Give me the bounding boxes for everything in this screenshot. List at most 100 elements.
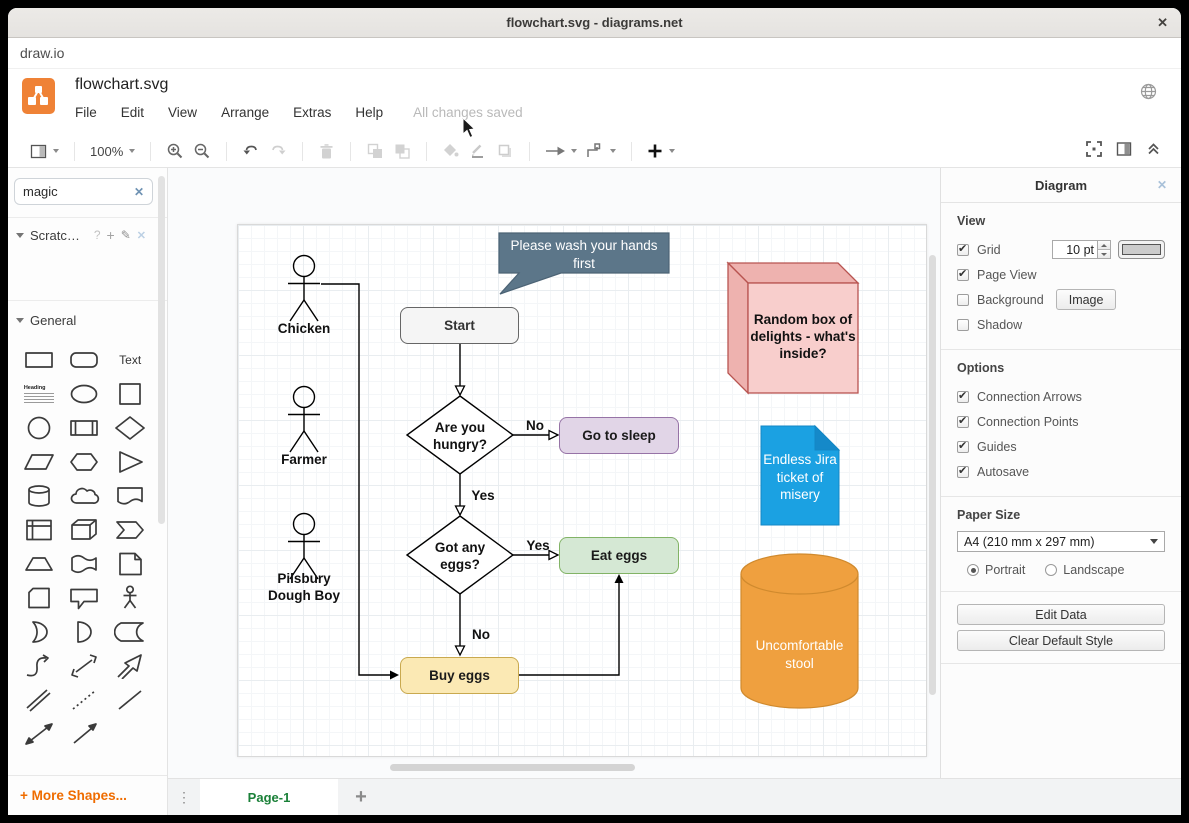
window-close-icon[interactable]: ✕ — [1157, 15, 1168, 31]
page-view-checkbox[interactable] — [957, 269, 969, 281]
shape-bidirectional-arrow[interactable] — [65, 651, 103, 681]
scratchpad-edit-icon[interactable]: ✎ — [121, 228, 131, 242]
node-go-to-sleep[interactable]: Go to sleep — [559, 417, 679, 454]
shape-link[interactable] — [20, 685, 58, 715]
canvas-horizontal-scrollbar[interactable] — [390, 764, 635, 771]
shape-process[interactable] — [65, 413, 103, 443]
shape-or[interactable] — [20, 617, 58, 647]
shape-directional-connector[interactable] — [65, 719, 103, 749]
portrait-radio[interactable] — [967, 564, 979, 576]
menu-arrange[interactable]: Arrange — [221, 105, 269, 120]
guides-checkbox[interactable] — [957, 441, 969, 453]
sidebar-scrollbar[interactable] — [158, 176, 165, 524]
shape-bidirectional-connector[interactable] — [20, 719, 58, 749]
insert-button[interactable] — [647, 143, 675, 159]
shape-card[interactable] — [20, 583, 58, 613]
add-page-button[interactable]: + — [338, 779, 384, 815]
fill-color-button[interactable] — [442, 142, 460, 160]
shape-dashed-line[interactable] — [65, 685, 103, 715]
shape-parallelogram[interactable] — [20, 447, 58, 477]
paper-size-select[interactable]: A4 (210 mm x 297 mm) — [957, 531, 1165, 552]
actor-pilsbury[interactable] — [288, 514, 320, 580]
shape-step[interactable] — [111, 515, 149, 545]
landscape-radio[interactable] — [1045, 564, 1057, 576]
grid-size-input[interactable]: 10 pt — [1052, 240, 1098, 259]
menu-file[interactable]: File — [75, 105, 97, 120]
document-title[interactable]: flowchart.svg — [75, 76, 168, 94]
node-buy-eggs[interactable]: Buy eggs — [400, 657, 519, 694]
actor-chicken[interactable] — [288, 256, 320, 322]
more-shapes-button[interactable]: + More Shapes... — [8, 775, 167, 815]
to-front-button[interactable] — [366, 142, 384, 160]
shape-callout[interactable] — [65, 583, 103, 613]
scratchpad-help-icon[interactable]: ? — [94, 228, 101, 242]
delete-button[interactable] — [318, 143, 335, 160]
general-section-header[interactable]: General — [8, 301, 167, 337]
zoom-level-dropdown[interactable]: 100% — [90, 144, 135, 159]
shape-curve[interactable] — [20, 651, 58, 681]
shape-trapezoid[interactable] — [20, 549, 58, 579]
shape-tape[interactable] — [65, 549, 103, 579]
format-panel-close-icon[interactable]: ✕ — [1157, 178, 1167, 192]
shape-ellipse[interactable] — [65, 379, 103, 409]
background-image-button[interactable]: Image — [1056, 289, 1117, 310]
shape-text[interactable]: Text — [111, 345, 149, 375]
language-globe-icon[interactable] — [1140, 83, 1157, 105]
shape-document[interactable] — [111, 481, 149, 511]
shadow-button[interactable] — [496, 142, 514, 160]
waypoints-button[interactable] — [586, 143, 616, 159]
shape-hexagon[interactable] — [65, 447, 103, 477]
redo-button[interactable] — [269, 142, 287, 160]
shape-diamond[interactable] — [111, 413, 149, 443]
shape-square[interactable] — [111, 379, 149, 409]
shape-line[interactable] — [111, 685, 149, 715]
to-back-button[interactable] — [393, 142, 411, 160]
collapse-toolbar-icon[interactable] — [1146, 141, 1161, 161]
view-layout-button[interactable] — [30, 143, 59, 160]
node-start[interactable]: Start — [400, 307, 519, 344]
node-eat-eggs[interactable]: Eat eggs — [559, 537, 679, 574]
shape-internal-storage[interactable] — [20, 515, 58, 545]
drawing-canvas[interactable]: ‖ — [168, 168, 940, 778]
scratchpad-close-icon[interactable]: ✕ — [137, 229, 146, 242]
menu-extras[interactable]: Extras — [293, 105, 331, 120]
connection-points-checkbox[interactable] — [957, 416, 969, 428]
shape-rectangle[interactable] — [20, 345, 58, 375]
shape-cylinder[interactable] — [20, 481, 58, 511]
shape-arrow[interactable] — [111, 651, 149, 681]
sidebar-resize-handle[interactable]: ‖ — [168, 485, 170, 497]
shape-triangle[interactable] — [111, 447, 149, 477]
zoom-in-button[interactable] — [166, 142, 184, 160]
scratchpad-add-icon[interactable]: + — [107, 227, 115, 243]
shape-and[interactable] — [65, 617, 103, 647]
shape-rounded-rectangle[interactable] — [65, 345, 103, 375]
connection-style-button[interactable] — [545, 144, 577, 158]
shape-data-storage[interactable] — [111, 617, 149, 647]
grid-size-stepper[interactable] — [1098, 240, 1111, 259]
diagram-page[interactable]: Start Go to sleep Eat eggs Buy eggs Are … — [237, 224, 927, 757]
shape-note[interactable] — [111, 549, 149, 579]
menu-help[interactable]: Help — [355, 105, 383, 120]
zoom-out-button[interactable] — [193, 142, 211, 160]
clear-default-style-button[interactable]: Clear Default Style — [957, 630, 1165, 651]
scratchpad-section-header[interactable]: Scratc… ? + ✎ ✕ — [8, 218, 167, 252]
line-color-button[interactable] — [469, 142, 487, 160]
shape-cloud[interactable] — [65, 481, 103, 511]
edit-data-button[interactable]: Edit Data — [957, 604, 1165, 625]
grid-checkbox[interactable] — [957, 244, 969, 256]
shape-actor[interactable] — [111, 583, 149, 613]
shape-cube[interactable] — [65, 515, 103, 545]
cylinder-shape[interactable] — [741, 554, 858, 708]
menu-edit[interactable]: Edit — [121, 105, 144, 120]
actor-farmer[interactable] — [288, 387, 320, 453]
clear-search-icon[interactable]: ✕ — [134, 185, 144, 199]
shape-circle[interactable] — [20, 413, 58, 443]
page-tab[interactable]: Page-1 — [200, 779, 338, 815]
canvas-vertical-scrollbar[interactable] — [929, 255, 936, 695]
menu-view[interactable]: View — [168, 105, 197, 120]
shadow-checkbox[interactable] — [957, 319, 969, 331]
grid-color-button[interactable] — [1118, 240, 1165, 259]
shape-textbox[interactable]: Heading — [20, 379, 58, 409]
pages-menu-icon[interactable]: ⋮ — [168, 779, 200, 815]
format-panel-toggle-icon[interactable] — [1116, 141, 1132, 162]
